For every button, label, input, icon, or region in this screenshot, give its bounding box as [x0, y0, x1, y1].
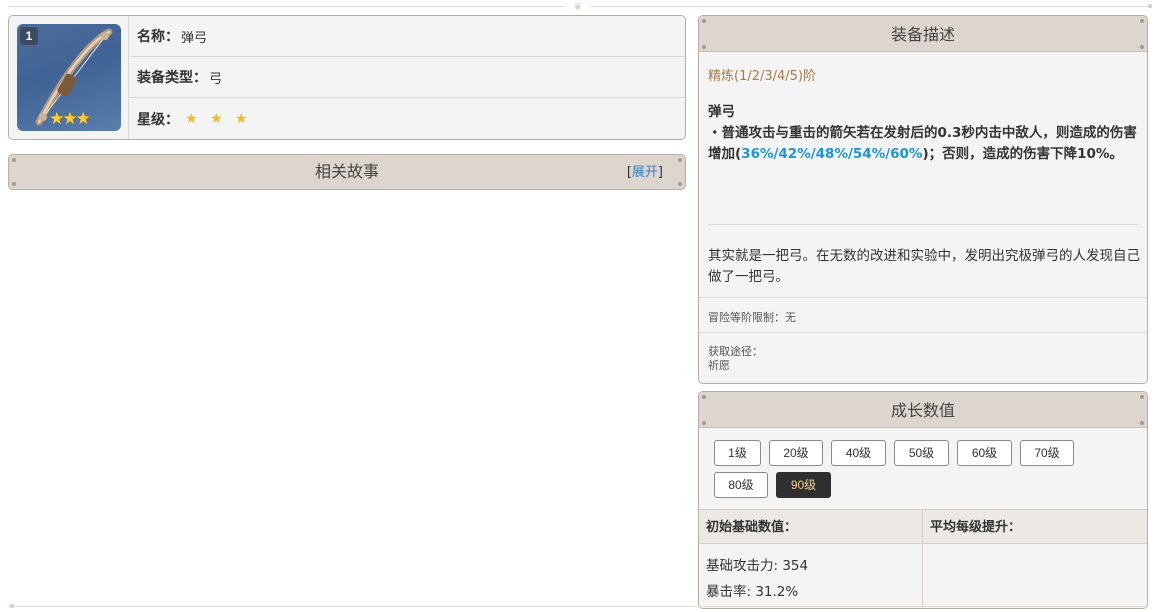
- info-row-type: 装备类型： 弓: [130, 57, 685, 98]
- obtain-method: 获取途径： 祈愿: [708, 345, 763, 373]
- level-button-80[interactable]: 80级: [714, 472, 768, 498]
- passive-text-part2: )；否则，造成的伤害下降10%。: [922, 146, 1123, 162]
- corner-ornament: [702, 19, 706, 23]
- refinement-badge: 1: [20, 27, 38, 45]
- level-button-20[interactable]: 20级: [769, 440, 823, 466]
- growth-stats-panel: 成长数值 1级 20级 40级 50级 60级 70级 80级 90级 初始基础…: [698, 391, 1148, 609]
- level-button-group: 1级 20级 40级 50级 60级 70级 80级 90级: [714, 440, 1134, 504]
- base-attack-stat: 基础攻击力: 354: [706, 558, 809, 574]
- corner-ornament: [1140, 19, 1144, 23]
- ornament-icon: ❦: [565, 0, 591, 13]
- expand-toggle[interactable]: [展开]: [627, 155, 663, 189]
- passive-values: 36%/42%/48%/54%/60%: [741, 146, 923, 162]
- divider-dot: [1148, 4, 1152, 8]
- base-stats-cell: 基础攻击力: 354 暴击率: 31.2%: [699, 544, 923, 608]
- type-value: 弓: [209, 71, 223, 87]
- name-value: 弹弓: [181, 30, 208, 46]
- info-rows: 名称： 弹弓 装备类型： 弓 星级： ★ ★ ★: [130, 16, 685, 139]
- expand-link[interactable]: 展开: [632, 165, 658, 180]
- passive-name: 弹弓: [708, 104, 735, 120]
- crit-rate-stat: 暴击率: 31.2%: [706, 584, 799, 600]
- corner-ornament: [1140, 45, 1144, 49]
- weapon-thumbnail: 1 ★★★: [17, 24, 121, 131]
- level-button-70[interactable]: 70级: [1020, 440, 1074, 466]
- corner-ornament: [702, 45, 706, 49]
- info-row-rarity: 星级： ★ ★ ★: [130, 98, 685, 139]
- desc-header: 装备描述: [699, 16, 1147, 52]
- info-row-name: 名称： 弹弓: [130, 16, 685, 57]
- expand-bracket-close: ]: [657, 165, 663, 180]
- rarity-stars-icon: ★★★: [49, 109, 91, 129]
- equipment-description-panel: 装备描述 精炼(1/2/3/4/5)阶 弹弓 ・普通攻击与重击的箭矢若在发射后的…: [698, 15, 1148, 384]
- avg-growth-header: 平均每级提升：: [923, 509, 1147, 544]
- obtain-value: 祈愿: [708, 359, 730, 372]
- corner-ornament: [1140, 395, 1144, 399]
- level-button-1[interactable]: 1级: [714, 440, 761, 466]
- weapon-thumbnail-cell: 1 ★★★: [9, 16, 129, 139]
- related-story-panel: 相关故事 [展开]: [8, 154, 686, 190]
- story-title: 相关故事: [314, 162, 379, 181]
- rarity-star-icons: ★ ★ ★: [185, 110, 252, 127]
- bottom-divider: [8, 604, 1148, 608]
- passive-effect: 弹弓 ・普通攻击与重击的箭矢若在发射后的0.3秒内击中敌人，则造成的伤害增加(3…: [708, 102, 1140, 165]
- type-label: 装备类型：: [137, 70, 207, 86]
- corner-ornament: [702, 395, 706, 399]
- row-divider: [699, 297, 1147, 298]
- avg-growth-cell: [923, 544, 1147, 608]
- growth-table: 初始基础数值： 平均每级提升： 基础攻击力: 354 暴击率: 31.2%: [699, 509, 1147, 608]
- name-label: 名称：: [137, 29, 179, 45]
- base-stats-header: 初始基础数值：: [699, 509, 923, 544]
- passive-text: ・普通攻击与重击的箭矢若在发射后的0.3秒内击中敌人，则造成的伤害增加(36%/…: [708, 123, 1140, 165]
- section-divider: [708, 224, 1138, 225]
- weapon-lore: 其实就是一把弓。在无数的改进和实验中，发明出究极弹弓的人发现自己做了一把弓。: [708, 248, 1140, 285]
- divider-dot: [10, 604, 14, 608]
- refinement-levels: 精炼(1/2/3/4/5)阶: [708, 69, 817, 84]
- row-divider: [699, 332, 1147, 333]
- obtain-label: 获取途径：: [708, 345, 763, 358]
- corner-ornament: [1140, 421, 1144, 425]
- level-button-50[interactable]: 50级: [894, 440, 949, 466]
- level-button-40[interactable]: 40级: [831, 440, 886, 466]
- level-limit: 冒险等阶限制：无: [708, 311, 796, 324]
- corner-ornament: [702, 421, 706, 425]
- top-divider: ❦: [8, 0, 1152, 13]
- rarity-label: 星级：: [137, 111, 179, 128]
- weapon-info-panel: 1 ★★★ 名称： 弹弓 装备类型： 弓 星级： ★ ★ ★: [8, 15, 686, 140]
- level-button-90[interactable]: 90级: [776, 472, 831, 498]
- level-button-60[interactable]: 60级: [957, 440, 1012, 466]
- growth-header: 成长数值: [699, 392, 1147, 428]
